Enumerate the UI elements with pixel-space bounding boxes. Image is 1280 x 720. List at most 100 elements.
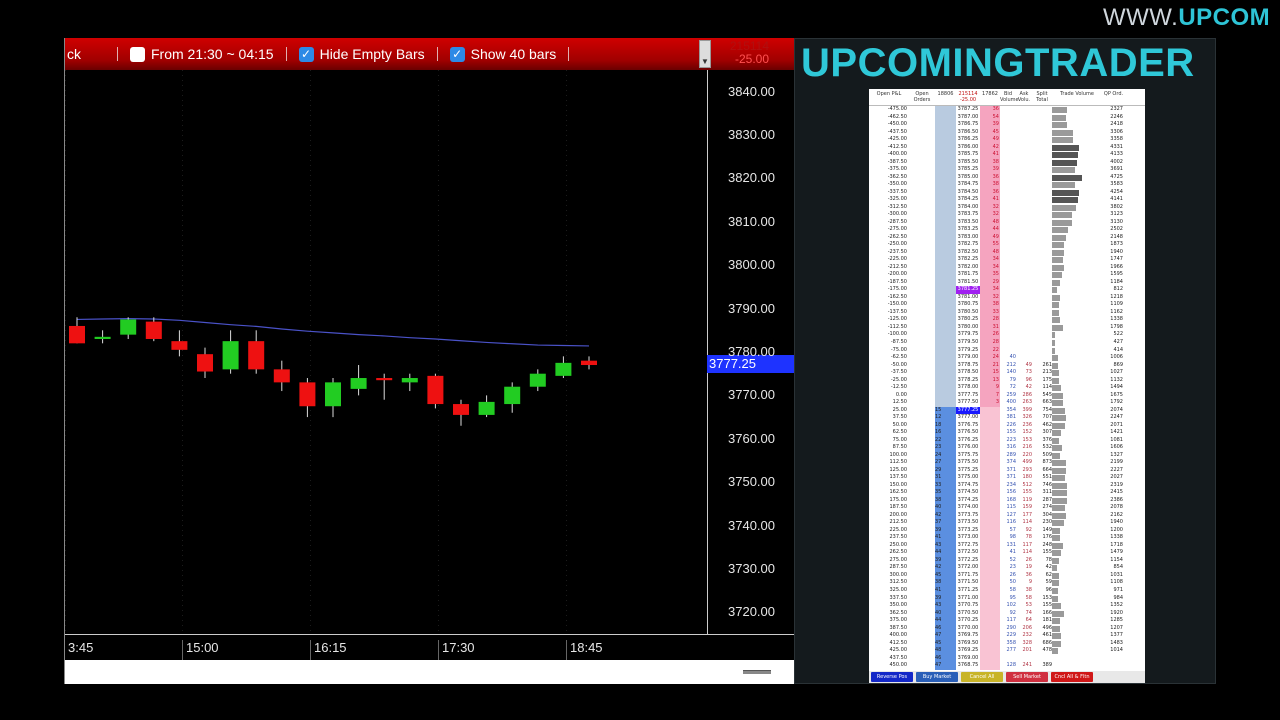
dom-row[interactable]: -237.50 3782.50 48 1940 <box>869 248 1145 257</box>
dom-row[interactable]: -112.50 3780.00 31 1798 <box>869 323 1145 332</box>
dom-cell <box>980 534 1000 542</box>
dom-order-button[interactable]: Cancel All <box>961 672 1003 682</box>
dom-cell: 13 <box>980 376 1000 385</box>
time-axis[interactable]: 3:45 15:00 16:15 17:30 18:45 <box>65 634 795 660</box>
dom-row[interactable]: -375.00 3785.25 39 3691 <box>869 166 1145 174</box>
dom-row[interactable]: 162.50 35 3774.50 156 155 311 2415 <box>869 489 1145 497</box>
dom-row[interactable]: 112.50 27 3775.50 374 499 873 2199 <box>869 459 1145 467</box>
dom-row[interactable]: 0.00 3777.75 7 259 286 545 1675 <box>869 391 1145 400</box>
dom-row[interactable]: 287.50 42 3772.00 23 19 42 854 <box>869 564 1145 572</box>
dom-cell: 62 <box>1045 571 1052 578</box>
candlestick-plot[interactable] <box>65 70 707 634</box>
dom-row[interactable]: 62.50 16 3776.50 155 152 307 1421 <box>869 429 1145 437</box>
dom-rows[interactable]: -475.00 3787.25 36 2327 -462.50 3787.00 54 2246… <box>869 106 1145 671</box>
dom-row[interactable]: -325.00 3784.25 41 4141 <box>869 196 1145 204</box>
dom-row[interactable]: 275.00 39 3772.25 52 26 78 1154 <box>869 556 1145 565</box>
dom-cell: 155 <box>1006 429 1016 436</box>
price-axis[interactable]: 3777.25 3840.00 3830.00 3820.00 3810.00 3800… <box>707 70 795 634</box>
dom-cell: 46 <box>935 654 956 663</box>
dom-row[interactable]: -425.00 3786.25 49 3358 <box>869 136 1145 144</box>
dom-row[interactable]: 125.00 29 3775.25 371 293 664 2227 <box>869 466 1145 475</box>
dom-row[interactable]: 37.50 12 3777.00 381 326 707 2247 <box>869 414 1145 422</box>
from-time-option[interactable]: From 21:30 ~ 04:15 <box>130 46 274 62</box>
dom-row[interactable]: 187.50 40 3774.00 115 159 274 2078 <box>869 504 1145 512</box>
dom-cell: 3783.00 <box>956 233 980 242</box>
hide-empty-bars-checkbox[interactable] <box>298 46 314 62</box>
dom-row[interactable]: 325.00 41 3771.25 58 38 96 971 <box>869 587 1145 595</box>
horizontal-scrollbar[interactable] <box>65 660 795 684</box>
dom-row[interactable]: 237.50 41 3773.00 98 78 176 1338 <box>869 534 1145 542</box>
dom-row[interactable]: 387.50 46 3770.00 290 206 496 1207 <box>869 624 1145 633</box>
dom-cell <box>1032 204 1052 212</box>
dom-row[interactable]: -287.50 3783.50 48 3130 <box>869 218 1145 227</box>
dom-row[interactable]: 200.00 42 3773.75 127 177 304 2162 <box>869 511 1145 520</box>
dom-row[interactable]: 75.00 22 3776.25 223 153 376 1081 <box>869 436 1145 445</box>
scrollbar-handle[interactable] <box>743 670 771 674</box>
dom-row[interactable]: -250.00 3782.75 55 1873 <box>869 241 1145 249</box>
dom-row[interactable]: -25.00 3778.25 13 79 96 175 1132 <box>869 376 1145 385</box>
show-bars-checkbox[interactable] <box>449 46 465 62</box>
dom-row[interactable]: -312.50 3784.00 32 3802 <box>869 203 1145 212</box>
dom-row[interactable]: -200.00 3781.75 35 1595 <box>869 271 1145 279</box>
dom-row[interactable]: -162.50 3781.00 32 1218 <box>869 293 1145 302</box>
dom-row[interactable]: -100.00 3779.75 26 522 <box>869 331 1145 339</box>
dom-row[interactable]: -412.50 3786.00 42 4331 <box>869 143 1145 152</box>
dom-row[interactable]: 25.00 15 3777.25 354 399 754 2074 <box>869 406 1145 415</box>
dom-row[interactable]: -62.50 3779.00 24 40 1006 <box>869 354 1145 362</box>
dom-row[interactable]: 100.00 24 3775.75 289 220 509 1327 <box>869 451 1145 460</box>
dom-row[interactable]: -475.00 3787.25 36 2327 <box>869 106 1145 114</box>
dom-row[interactable]: -125.00 3780.25 28 1338 <box>869 316 1145 324</box>
dom-row[interactable]: 437.50 46 3769.00 <box>869 654 1145 663</box>
dom-row[interactable]: -450.00 3786.75 39 2418 <box>869 121 1145 129</box>
dom-row[interactable]: 300.00 45 3771.75 26 36 62 1031 <box>869 571 1145 580</box>
dom-row[interactable]: -137.50 3780.50 33 1162 <box>869 308 1145 317</box>
dom-row[interactable]: -37.50 3778.50 15 140 73 213 1027 <box>869 369 1145 377</box>
dom-row[interactable]: 337.50 39 3771.00 95 58 153 984 <box>869 594 1145 603</box>
dom-row[interactable]: 225.00 39 3773.25 57 92 149 1200 <box>869 526 1145 535</box>
dom-order-button[interactable]: Sell Market <box>1006 672 1048 682</box>
dom-row[interactable]: -50.00 3778.75 21 212 49 261 869 <box>869 361 1145 370</box>
dom-row[interactable]: 350.00 43 3770.75 102 53 155 1352 <box>869 602 1145 610</box>
dom-row[interactable]: 262.50 44 3772.50 41 114 155 1479 <box>869 549 1145 557</box>
dom-row[interactable]: 50.00 18 3776.75 226 236 462 2071 <box>869 421 1145 430</box>
dom-row[interactable]: 150.00 33 3774.75 234 512 746 2319 <box>869 481 1145 490</box>
dom-row[interactable]: -400.00 3785.75 41 4133 <box>869 151 1145 159</box>
dom-order-button[interactable]: Buy Market <box>916 672 958 682</box>
dom-row[interactable]: 450.00 47 3768.75 128 241 389 <box>869 662 1145 670</box>
dom-row[interactable]: -12.50 3778.00 9 72 42 114 1494 <box>869 384 1145 392</box>
dom-row[interactable]: -150.00 3780.75 38 1109 <box>869 301 1145 309</box>
dom-row[interactable]: 12.50 3777.50 3 400 263 663 1792 <box>869 399 1145 407</box>
dom-row[interactable]: -387.50 3785.50 38 4002 <box>869 158 1145 167</box>
dom-row[interactable]: -175.00 3781.25 34 812 <box>869 286 1145 294</box>
dom-row[interactable]: 375.00 44 3770.25 117 64 181 1285 <box>869 617 1145 625</box>
dom-row[interactable]: -187.50 3781.50 29 1184 <box>869 278 1145 287</box>
show-bars-option[interactable]: Show 40 bars <box>449 46 556 62</box>
dom-row[interactable]: -350.00 3784.75 38 3583 <box>869 181 1145 189</box>
from-time-checkbox[interactable] <box>130 46 145 62</box>
dom-row[interactable]: -212.50 3782.00 34 1966 <box>869 263 1145 272</box>
dom-row[interactable]: -437.50 3786.50 45 3306 <box>869 128 1145 137</box>
dom-row[interactable]: 212.50 37 3773.50 116 114 230 1940 <box>869 519 1145 527</box>
dom-row[interactable]: 250.00 43 3772.75 131 117 248 1718 <box>869 541 1145 550</box>
dom-row[interactable]: 412.50 45 3769.50 358 328 686 1483 <box>869 639 1145 648</box>
dom-row[interactable]: -362.50 3785.00 36 4725 <box>869 173 1145 182</box>
dom-row[interactable]: -262.50 3783.00 49 2148 <box>869 233 1145 242</box>
dom-row[interactable]: -300.00 3783.75 32 3123 <box>869 211 1145 219</box>
dom-row[interactable]: -75.00 3779.25 22 414 <box>869 346 1145 355</box>
dom-row[interactable]: 87.50 23 3776.00 316 216 532 1606 <box>869 444 1145 452</box>
dom-order-button[interactable]: Reverse Pos <box>871 672 913 682</box>
dom-row[interactable]: 175.00 38 3774.25 168 119 287 2386 <box>869 496 1145 505</box>
dom-row[interactable]: -87.50 3779.50 28 427 <box>869 338 1145 347</box>
dom-row[interactable]: 312.50 38 3771.50 50 9 59 1108 <box>869 579 1145 587</box>
dom-row[interactable]: -275.00 3783.25 44 2502 <box>869 226 1145 234</box>
hide-empty-bars-option[interactable]: Hide Empty Bars <box>298 46 425 62</box>
dom-row[interactable]: -462.50 3787.00 54 2246 <box>869 113 1145 122</box>
toolbar-scroll-button[interactable] <box>699 40 711 68</box>
dom-row[interactable]: -225.00 3782.25 34 1747 <box>869 256 1145 264</box>
dom-row[interactable]: 362.50 40 3770.50 92 74 166 1920 <box>869 609 1145 618</box>
dom-row[interactable]: -337.50 3784.50 36 4254 <box>869 188 1145 197</box>
dom-row[interactable]: 137.50 31 3775.00 371 180 551 2027 <box>869 474 1145 482</box>
dom-row[interactable]: 400.00 47 3769.75 229 232 461 1377 <box>869 632 1145 640</box>
dom-row[interactable]: 425.00 48 3769.25 277 201 478 1014 <box>869 647 1145 655</box>
dom-order-button[interactable]: Cncl All & Fltn <box>1051 672 1093 682</box>
